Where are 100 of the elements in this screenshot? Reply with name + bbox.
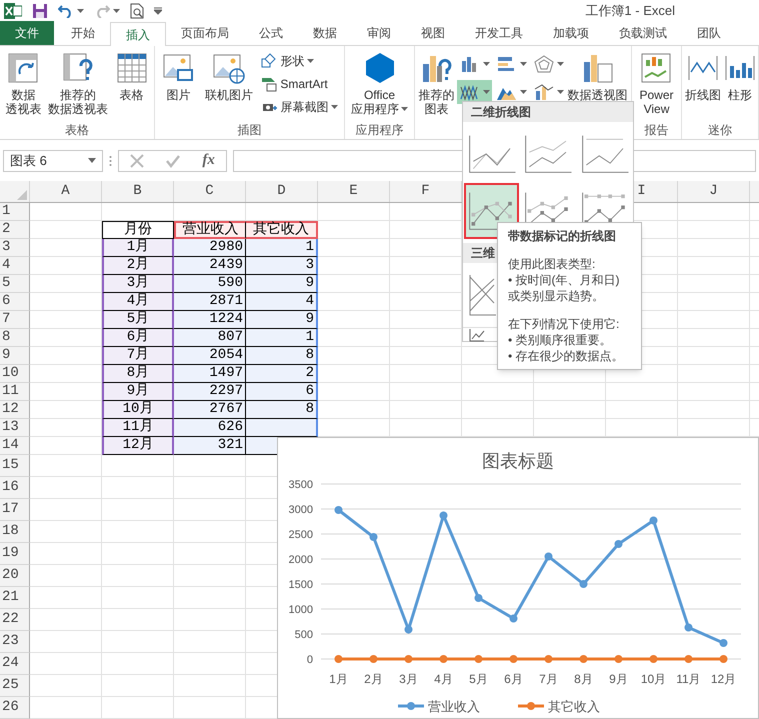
chart-type-button[interactable] [456, 80, 492, 104]
ribbon-button[interactable]: 屏幕截图 [261, 98, 338, 116]
grid-cell[interactable]: 626 [174, 419, 246, 437]
row-header[interactable]: 16 [0, 477, 30, 499]
row-header[interactable]: 26 [0, 697, 30, 719]
row-header[interactable]: 10 [0, 365, 30, 383]
grid-cell[interactable]: 8 [246, 401, 318, 419]
redo-icon[interactable] [94, 4, 110, 18]
row-header[interactable]: 15 [0, 455, 30, 477]
print-preview-icon[interactable] [130, 3, 144, 19]
grid-cell[interactable]: 9月 [102, 383, 174, 401]
check-icon[interactable] [166, 154, 180, 168]
ribbon-button[interactable]: 表格 [114, 52, 150, 102]
ribbon-button[interactable]: SmartArt [261, 75, 338, 93]
column-header[interactable]: C [174, 181, 246, 202]
grid-cell[interactable]: 9 [246, 275, 318, 293]
row-header[interactable]: 17 [0, 499, 30, 521]
grid-cell[interactable]: 2 [246, 365, 318, 383]
ribbon-tab[interactable]: 数据 [298, 21, 352, 45]
ribbon-tab[interactable]: 文件 [0, 21, 54, 45]
ribbon-button[interactable]: 图片 [160, 52, 197, 102]
spreadsheet-logo-icon[interactable] [4, 3, 22, 19]
column-header[interactable]: A [30, 181, 102, 202]
grid-cell[interactable]: 8月 [102, 365, 174, 383]
row-header[interactable]: 6 [0, 293, 30, 311]
grid-cell[interactable]: 7月 [102, 347, 174, 365]
row-header[interactable]: 4 [0, 257, 30, 275]
row-header[interactable]: 9 [0, 347, 30, 365]
grid-cell[interactable]: 8 [246, 347, 318, 365]
grid-cell[interactable] [246, 437, 277, 455]
line-chart[interactable]: 图表标题 0 500 1000 1500 2000 2500 3000 3500 1月 2月 3月 4月 5月 6月 7月 8月 9月 10月 11月 12月 营业收入 其它收入 [277, 437, 759, 719]
grid-cell[interactable]: 月份 [102, 221, 174, 239]
grid-cell[interactable]: 2767 [174, 401, 246, 419]
name-box[interactable]: 图表 6 [3, 150, 103, 172]
row-header[interactable]: 12 [0, 401, 30, 419]
row-header[interactable]: 13 [0, 419, 30, 437]
row-header[interactable]: 1 [0, 203, 30, 221]
undo-icon[interactable] [58, 4, 74, 18]
grid-cell[interactable]: 1224 [174, 311, 246, 329]
grid-cell[interactable]: 2439 [174, 257, 246, 275]
grid-cell[interactable]: 3月 [102, 275, 174, 293]
grid-cell[interactable]: 2297 [174, 383, 246, 401]
grid-cell[interactable]: 2980 [174, 239, 246, 257]
row-header[interactable]: 19 [0, 543, 30, 565]
grid-cell[interactable]: 2054 [174, 347, 246, 365]
ribbon-button[interactable]: 柱形 [722, 52, 758, 102]
ribbon-tab[interactable]: 开发工具 [460, 21, 538, 45]
row-header[interactable]: 2 [0, 221, 30, 239]
cancel-icon[interactable] [130, 154, 144, 168]
row-header[interactable]: 18 [0, 521, 30, 543]
row-header[interactable]: 24 [0, 653, 30, 675]
grid-cell[interactable] [246, 419, 318, 437]
row-header[interactable]: 20 [0, 565, 30, 587]
column-header[interactable]: E [318, 181, 390, 202]
row-header[interactable]: 22 [0, 609, 30, 631]
column-header[interactable]: B [102, 181, 174, 202]
row-header[interactable]: 21 [0, 587, 30, 609]
ribbon-button[interactable]: 推荐的 数据透视表 [46, 52, 109, 116]
save-icon[interactable] [32, 3, 48, 19]
ribbon-button[interactable]: 形状 [261, 52, 338, 70]
grid-cell[interactable]: 10月 [102, 401, 174, 419]
grid-cell[interactable]: 11月 [102, 419, 174, 437]
ribbon-button[interactable]: 折线图 [684, 52, 722, 102]
grid-cell[interactable]: 2871 [174, 293, 246, 311]
column-header[interactable]: J [678, 181, 750, 202]
ribbon-button[interactable]: Office 应用程序 [350, 52, 409, 116]
ribbon-button[interactable]: 推荐的 图表 [418, 52, 456, 116]
grid-cell[interactable]: 9 [246, 311, 318, 329]
row-header[interactable]: 8 [0, 329, 30, 347]
ribbon-button[interactable]: Power View [638, 52, 674, 116]
grid-cell[interactable]: 6 [246, 383, 318, 401]
row-header[interactable]: 11 [0, 383, 30, 401]
grid-cell[interactable]: 321 [174, 437, 246, 455]
line-chart-icon[interactable] [469, 328, 485, 342]
row-header[interactable]: 25 [0, 675, 30, 697]
grid-cell[interactable]: 1 [246, 329, 318, 347]
row-header[interactable]: 14 [0, 437, 30, 455]
ribbon-tab[interactable]: 开始 [56, 21, 110, 45]
ribbon-tab[interactable]: 团队 [682, 21, 736, 45]
ribbon-button[interactable]: 联机图片 [204, 52, 254, 102]
grid-cell[interactable]: 营业收入 [174, 221, 246, 239]
grid-cell[interactable]: 4 [246, 293, 318, 311]
ribbon-tab[interactable]: 加载项 [538, 21, 604, 45]
ribbon-tab[interactable]: 视图 [406, 21, 460, 45]
insert-function-button[interactable]: fx [202, 149, 215, 172]
grid-cell[interactable]: 4月 [102, 293, 174, 311]
row-header[interactable]: 3 [0, 239, 30, 257]
column-header[interactable]: D [246, 181, 318, 202]
select-all-icon[interactable] [17, 190, 27, 200]
grid-cell[interactable]: 1 [246, 239, 318, 257]
row-header[interactable]: 23 [0, 631, 30, 653]
grid-cell[interactable]: 590 [174, 275, 246, 293]
customize-toolbar-icon[interactable] [154, 7, 162, 15]
ribbon-tab[interactable]: 公式 [244, 21, 298, 45]
ribbon-tab[interactable]: 负载测试 [604, 21, 682, 45]
grid-cell[interactable]: 3 [246, 257, 318, 275]
grid-cell[interactable]: 807 [174, 329, 246, 347]
ribbon-tab[interactable]: 插入 [110, 22, 166, 46]
grid-cell[interactable]: 2月 [102, 257, 174, 275]
grid-cell[interactable]: 其它收入 [246, 221, 318, 239]
